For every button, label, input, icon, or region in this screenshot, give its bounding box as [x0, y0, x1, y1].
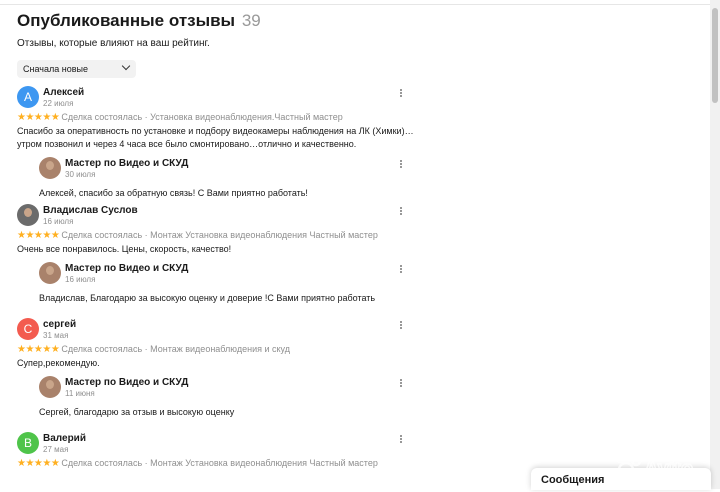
- author-name[interactable]: Владислав Суслов: [43, 205, 138, 217]
- reply-text: Сергей, благодарю за отзыв и высокую оце…: [39, 407, 235, 417]
- more-options-icon[interactable]: [399, 434, 402, 444]
- review-text-line: утром позвонил и через 4 часа все было с…: [17, 139, 357, 149]
- messages-button[interactable]: Сообщения: [531, 468, 711, 490]
- deal-info: Сделка состоялась · Установка видеонаблю…: [61, 112, 343, 122]
- reply-header: Мастер по Видео и СКУД 30 июля: [39, 157, 707, 181]
- review-header: В Валерий 27 мая: [17, 432, 707, 456]
- seller-avatar[interactable]: [39, 376, 61, 398]
- rating-stars: ★★★★★: [17, 344, 60, 355]
- review-date: 16 июля: [43, 217, 74, 226]
- avatar[interactable]: А: [17, 86, 39, 108]
- review-text-line: Супер,рекомендую.: [17, 358, 100, 368]
- reply-header: Мастер по Видео и СКУД 16 июля: [39, 262, 707, 286]
- reply-header: Мастер по Видео и СКУД 11 июня: [39, 376, 707, 400]
- more-options-icon[interactable]: [399, 159, 402, 169]
- author-info: Алексей 22 июля: [43, 86, 84, 109]
- chevron-down-icon: [121, 61, 131, 71]
- avatar[interactable]: [17, 204, 39, 226]
- seller-name[interactable]: Мастер по Видео и СКУД: [65, 377, 188, 389]
- seller-info: Мастер по Видео и СКУД 30 июля: [65, 157, 188, 180]
- reply-text: Владислав, Благодарю за высокую оценку и…: [39, 293, 376, 303]
- deal-info: Сделка состоялась · Монтаж видеонаблюден…: [61, 344, 290, 354]
- review-item: А Алексей 22 июля ★★★★★ Сделка состоялась…: [17, 86, 707, 204]
- seller-reply: Мастер по Видео и СКУД 11 июня Сергей, б…: [39, 376, 707, 419]
- top-divider: [0, 0, 710, 5]
- more-options-icon[interactable]: [399, 264, 402, 274]
- rating-stars: ★★★★★: [17, 112, 60, 123]
- author-info: сергей 31 мая: [43, 318, 76, 341]
- author-name[interactable]: Валерий: [43, 433, 86, 445]
- review-item: Владислав Суслов 16 июля ★★★★★ Сделка сос…: [17, 204, 707, 318]
- review-date: 22 июля: [43, 99, 74, 108]
- reviews-page: Опубликованные отзывы 39 Отзывы, которые…: [17, 10, 707, 469]
- review-date: 27 мая: [43, 445, 69, 454]
- reply-text: Алексей, спасибо за обратную связь! С Ва…: [39, 188, 308, 198]
- author-name[interactable]: сергей: [43, 319, 76, 331]
- review-item: В Валерий 27 мая ★★★★★ Сделка состоялась …: [17, 432, 707, 469]
- avatar[interactable]: В: [17, 432, 39, 454]
- more-options-icon[interactable]: [399, 378, 402, 388]
- scrollbar-thumb[interactable]: [712, 8, 718, 103]
- review-meta: ★★★★★ Сделка состоялась · Монтаж видеонаб…: [17, 343, 707, 355]
- seller-name[interactable]: Мастер по Видео и СКУД: [65, 158, 188, 170]
- author-name[interactable]: Алексей: [43, 87, 84, 99]
- seller-reply: Мастер по Видео и СКУД 16 июля Владислав…: [39, 262, 707, 305]
- page-title: Опубликованные отзывы 39: [17, 10, 707, 32]
- reviews-list: А Алексей 22 июля ★★★★★ Сделка состоялась…: [17, 86, 707, 469]
- rating-stars: ★★★★★: [17, 230, 60, 241]
- review-item: С сергей 31 мая ★★★★★ Сделка состоялась ·…: [17, 318, 707, 432]
- deal-info: Сделка состоялась · Монтаж Установка вид…: [61, 230, 378, 240]
- more-options-icon[interactable]: [399, 88, 402, 98]
- sort-dropdown[interactable]: Сначала новые: [17, 60, 136, 78]
- review-text-line: Очень все понравилось. Цены, скорость, к…: [17, 244, 232, 254]
- review-header: С сергей 31 мая: [17, 318, 707, 342]
- scrollbar[interactable]: [710, 0, 720, 489]
- reviews-count: 39: [241, 11, 261, 30]
- sort-label: Сначала новые: [23, 64, 88, 74]
- reply-date: 30 июля: [65, 170, 96, 179]
- rating-stars: ★★★★★: [17, 458, 60, 469]
- review-date: 31 мая: [43, 331, 69, 340]
- reply-date: 16 июля: [65, 275, 96, 284]
- seller-reply: Мастер по Видео и СКУД 30 июля Алексей, …: [39, 157, 707, 200]
- seller-name[interactable]: Мастер по Видео и СКУД: [65, 263, 188, 275]
- review-meta: ★★★★★ Сделка состоялась · Установка видео…: [17, 111, 707, 123]
- review-text-line: Спасибо за оперативность по установке и …: [17, 126, 414, 136]
- seller-info: Мастер по Видео и СКУД 16 июля: [65, 262, 188, 285]
- review-meta: ★★★★★ Сделка состоялась · Монтаж Установк…: [17, 229, 707, 241]
- deal-info: Сделка состоялась · Монтаж Установка вид…: [61, 458, 378, 468]
- author-info: Валерий 27 мая: [43, 432, 86, 455]
- page-subtitle: Отзывы, которые влияют на ваш рейтинг.: [17, 38, 210, 49]
- avatar[interactable]: С: [17, 318, 39, 340]
- more-options-icon[interactable]: [399, 206, 402, 216]
- seller-info: Мастер по Видео и СКУД 11 июня: [65, 376, 188, 399]
- review-header: А Алексей 22 июля: [17, 86, 707, 110]
- seller-avatar[interactable]: [39, 262, 61, 284]
- review-header: Владислав Суслов 16 июля: [17, 204, 707, 228]
- author-info: Владислав Суслов 16 июля: [43, 204, 138, 227]
- more-options-icon[interactable]: [399, 320, 402, 330]
- seller-avatar[interactable]: [39, 157, 61, 179]
- reply-date: 11 июня: [65, 389, 95, 398]
- title-text: Опубликованные отзывы: [17, 11, 236, 30]
